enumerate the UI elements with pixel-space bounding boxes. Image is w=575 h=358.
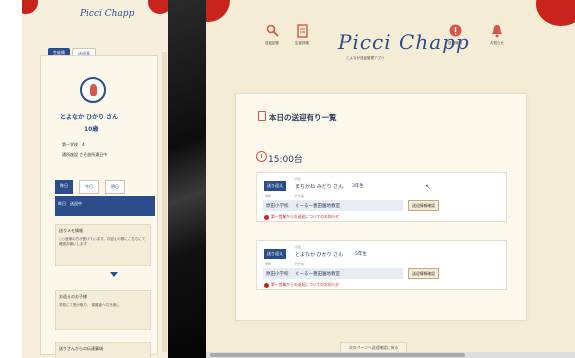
nav-label: 生徒詳細 — [295, 41, 309, 45]
student-grade: 5年生 — [355, 252, 367, 257]
transport-info-button[interactable]: 送迎情報確認 — [408, 200, 439, 211]
student-name: とよなか ひかり さん — [295, 252, 344, 258]
window-divider — [168, 0, 206, 358]
memo-box: 送りメモ情報 ○○医療の方が受けています。お迎えの際にこちらにて確認お願いします — [55, 224, 151, 266]
left-scrollbar[interactable] — [162, 52, 167, 352]
message-box: 送りさんからの伝達事項 — [55, 342, 151, 358]
memo-title: 送りメモ情報 — [59, 228, 83, 233]
avatar — [80, 77, 106, 103]
app-logo: Picci Chapp — [338, 30, 470, 54]
facility-info: 通所施設 さそ曲所通日中 — [62, 152, 108, 157]
nav-label: 送迎記録 — [265, 41, 279, 45]
destination-caption: 行き先 — [295, 194, 305, 198]
student-card: 送り迎え 氏名 とよなか ひかり さん 5年生 学校 行き先 原田小学校 ぐーる… — [256, 240, 507, 290]
student-grade: 3年生 — [352, 184, 364, 189]
warning-text: 第一営業からの送迎についてのお知らせ — [271, 214, 340, 219]
bell-icon — [491, 22, 503, 39]
school-caption: 学校 — [265, 194, 272, 198]
school-caption: 学校 — [265, 262, 272, 266]
today-transport-panel: 本日の送迎有り一覧 15:00台 送り迎え 氏名 まちかね みどり さん 3年生… — [235, 93, 527, 321]
student-age: 10歳 — [84, 126, 99, 133]
school-name: 原田小学校 — [266, 204, 289, 209]
tab-today[interactable]: 今日 — [79, 180, 99, 194]
pickup-box: お迎えのお子様 学校にて受け取り、 保護者へ引き渡し — [55, 290, 151, 330]
clock-icon — [256, 151, 267, 162]
route-bar: 原田小学校 ぐーるー豊田園地教室 — [263, 200, 403, 211]
pickup-text: 学校にて受け取り、 保護者へ引き渡し — [59, 303, 120, 307]
student-name: とよなか ひかり さん — [60, 114, 119, 121]
nav-student-detail[interactable]: 生徒詳細 — [288, 22, 316, 46]
warning-notice[interactable]: 第一営業からの送迎についてのお知らせ — [264, 282, 339, 288]
school-info: 第一学校 4 — [62, 142, 85, 147]
warning-text: 第一営業からの送迎についてのお知らせ — [271, 282, 340, 287]
school-name: 原田小学校 — [266, 272, 289, 277]
day-tabs: 昨日 今日 明日 — [55, 180, 125, 194]
destination-name: ぐーるー豊田園地教室 — [295, 204, 340, 209]
left-app-panel: Picci Chapp 生徒情 送迎表 とよなか ひかり さん 10歳 第一学校… — [22, 0, 168, 358]
status-band: 昨日 送迎中 — [55, 196, 155, 216]
pickup-title: お迎えのお子様 — [59, 294, 87, 299]
decor-blob — [536, 0, 575, 26]
tab-yesterday[interactable]: 昨日 — [55, 180, 73, 194]
decor-blob — [206, 0, 230, 22]
horizontal-scrollbar[interactable] — [206, 352, 575, 358]
message-title: 送りさんからの伝達事項 — [59, 346, 103, 351]
app-logo-text: Picci Chapp — [338, 30, 470, 54]
tab-tomorrow[interactable]: 明日 — [105, 180, 125, 194]
destination-name: ぐーるー豊田園地教室 — [295, 272, 340, 277]
transport-tag: 送り迎え — [264, 181, 286, 191]
main-app: 送迎記録 生徒詳細 送迎情報 お知らせ Picci Chapp とよなか送迎管理… — [206, 0, 575, 358]
search-icon — [266, 22, 279, 39]
name-caption: 氏名 — [295, 177, 302, 181]
memo-text: ○○医療の方が受けています。お迎えの際にこちらにて確認お願いします — [59, 237, 146, 246]
cursor-icon: ↖ — [425, 183, 431, 191]
list-icon — [258, 111, 266, 121]
nav-notifications[interactable]: お知らせ — [483, 22, 511, 46]
warning-notice[interactable]: 第一営業からの送迎についてのお知らせ — [264, 214, 339, 220]
nav-transport-log[interactable]: 送迎記録 — [258, 22, 286, 46]
transport-info-button[interactable]: 送迎情報確認 — [408, 268, 439, 279]
chevron-down-icon[interactable] — [110, 272, 118, 277]
decor-blob — [148, 0, 168, 14]
panel-title: 本日の送迎有り一覧 — [269, 113, 337, 122]
warning-icon — [264, 214, 269, 220]
destination-caption: 行き先 — [295, 262, 305, 266]
decor-blob — [22, 0, 38, 14]
scrollbar-thumb[interactable] — [210, 353, 465, 357]
warning-icon — [264, 282, 269, 288]
nav-label: お知らせ — [490, 41, 504, 45]
app-logo-subtitle: とよなか送迎管理アプリ — [346, 56, 385, 60]
name-caption: 氏名 — [295, 245, 302, 249]
time-slot: 15:00台 — [268, 155, 303, 165]
left-logo: Picci Chapp — [80, 9, 135, 19]
student-card: 送り迎え 氏名 まちかね みどり さん 3年生 学校 行き先 原田小学校 ぐーる… — [256, 172, 507, 222]
document-icon — [296, 22, 308, 39]
route-bar: 原田小学校 ぐーるー豊田園地教室 — [263, 268, 403, 279]
screen: Picci Chapp 生徒情 送迎表 とよなか ひかり さん 10歳 第一学校… — [0, 0, 575, 358]
student-name: まちかね みどり さん — [295, 184, 344, 190]
transport-tag: 送り迎え — [264, 249, 286, 259]
